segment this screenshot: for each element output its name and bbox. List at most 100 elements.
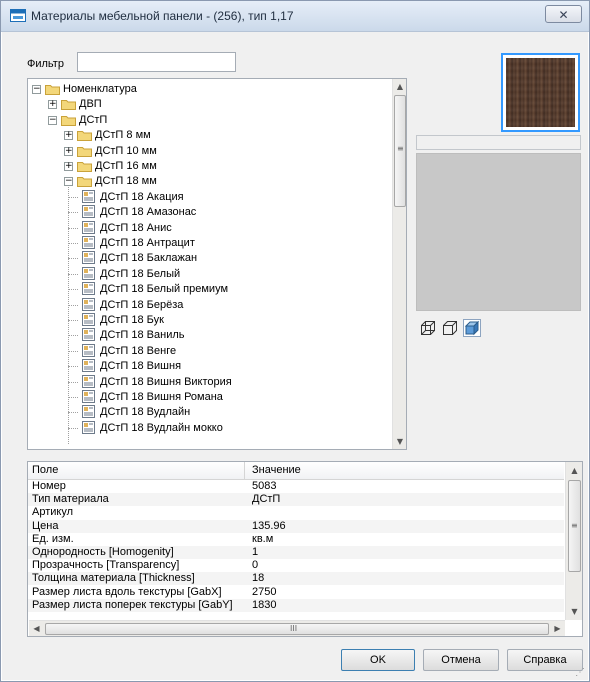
ok-button[interactable]: OK bbox=[341, 649, 415, 671]
tree-connector bbox=[68, 196, 78, 198]
table-row[interactable]: Тип материала ДСтП bbox=[28, 493, 564, 507]
tree-label: ДСтП 18 Акация bbox=[100, 190, 184, 203]
value-cell[interactable]: кв.м bbox=[252, 533, 273, 546]
value-cell[interactable]: 0 bbox=[252, 559, 258, 572]
tree-folder[interactable]: − ДСтП bbox=[28, 112, 392, 128]
tree-vertical-scrollbar[interactable]: ▲ ≡ ▼ bbox=[392, 79, 406, 449]
value-column-header[interactable]: Значение bbox=[252, 464, 301, 476]
expand-icon[interactable]: + bbox=[64, 131, 73, 141]
table-row[interactable]: Ед. изм. кв.м bbox=[28, 533, 564, 546]
tree-item[interactable]: ДСтП 18 Акация bbox=[28, 189, 392, 205]
value-cell[interactable]: 1830 bbox=[252, 599, 276, 612]
filter-input[interactable] bbox=[77, 52, 236, 72]
table-row[interactable]: Размер листа вдоль текстуры [GabX] 2750 bbox=[28, 586, 564, 599]
table-row[interactable]: Однородность [Homogenity] 1 bbox=[28, 546, 564, 559]
properties-grid[interactable]: Поле Значение Номер 5083 Тип материала ДСтП… bbox=[27, 461, 583, 637]
folder-icon bbox=[45, 85, 60, 95]
tree-item[interactable]: ДСтП 18 Вишня Романа bbox=[28, 389, 392, 405]
material-document-icon bbox=[82, 251, 95, 265]
tree-folder[interactable]: + ДСтП 8 мм bbox=[28, 127, 392, 143]
tree-connector bbox=[68, 335, 78, 337]
grid-scroll-left-icon[interactable]: ◀ bbox=[29, 621, 44, 636]
table-row[interactable]: Артикул bbox=[28, 506, 564, 519]
field-column-header[interactable]: Поле bbox=[32, 464, 58, 476]
tree-connector bbox=[68, 187, 69, 444]
texture-swatch[interactable] bbox=[501, 53, 580, 132]
value-cell[interactable]: 5083 bbox=[252, 480, 276, 493]
grid-scroll-thumb[interactable]: ≡ bbox=[568, 480, 581, 572]
material-document-icon bbox=[82, 266, 95, 280]
table-row[interactable]: Номер 5083 bbox=[28, 480, 564, 493]
tree-item[interactable]: ДСтП 18 Вудлайн bbox=[28, 404, 392, 420]
tree-item[interactable]: ДСтП 18 Антрацит bbox=[28, 235, 392, 251]
value-cell[interactable]: 135.96 bbox=[252, 520, 286, 533]
title-bar[interactable]: Материалы мебельной панели - (256), тип … bbox=[1, 1, 589, 32]
grid-scroll-up-icon[interactable]: ▲ bbox=[567, 463, 582, 478]
tree-item[interactable]: ДСтП 18 Баклажан bbox=[28, 250, 392, 266]
tree-item[interactable]: ДСтП 18 Ваниль bbox=[28, 327, 392, 343]
tree-item[interactable]: ДСтП 18 Берёза bbox=[28, 297, 392, 313]
expand-icon[interactable]: + bbox=[64, 146, 73, 156]
collapse-icon[interactable]: − bbox=[48, 115, 57, 125]
table-row[interactable]: Цена 135.96 bbox=[28, 519, 564, 533]
table-row[interactable]: Толщина материала [Thickness] 18 bbox=[28, 572, 564, 586]
resize-grip-icon[interactable]: ⋰ bbox=[575, 667, 585, 678]
tree-item[interactable]: ДСтП 18 Вишня Виктория bbox=[28, 374, 392, 390]
grid-hscroll-thumb[interactable]: III bbox=[45, 623, 549, 635]
tree-label: ДСтП 18 Ваниль bbox=[100, 329, 185, 342]
expand-icon[interactable]: + bbox=[64, 162, 73, 171]
value-cell[interactable]: 1 bbox=[252, 546, 258, 559]
tree-folder[interactable]: + ДВП bbox=[28, 96, 392, 112]
tree-folder[interactable]: − Номенклатура bbox=[28, 81, 392, 97]
tree-item[interactable]: ДСтП 18 Вудлайн мокко bbox=[28, 420, 392, 436]
tree-connector bbox=[68, 412, 78, 414]
tree-connector bbox=[68, 381, 78, 383]
grid-scroll-down-icon[interactable]: ▼ bbox=[567, 604, 582, 619]
view-outline-button[interactable] bbox=[441, 319, 459, 337]
table-row[interactable]: Размер листа поперек текстуры [GabY] 1830 bbox=[28, 598, 564, 612]
tree-item[interactable]: ДСтП 18 Вишня bbox=[28, 358, 392, 374]
material-tree[interactable]: − Номенклатура + ДВП − ДСтП + ДСтП 8 мм + ДСтП 10… bbox=[27, 78, 407, 450]
tree-item[interactable]: ДСтП 18 Бук bbox=[28, 312, 392, 328]
tree-connector bbox=[68, 427, 78, 429]
column-divider[interactable] bbox=[244, 462, 245, 479]
help-button[interactable]: Справка bbox=[507, 649, 583, 671]
collapse-icon[interactable]: − bbox=[32, 85, 41, 94]
tree-connector bbox=[68, 212, 78, 214]
tree-connector bbox=[68, 320, 78, 321]
field-cell: Прозрачность [Transparency] bbox=[32, 559, 180, 572]
tree-label: ДСтП 18 Вишня bbox=[100, 360, 182, 373]
material-preview bbox=[416, 153, 581, 311]
tree-connector bbox=[68, 350, 78, 352]
value-cell[interactable]: 18 bbox=[252, 572, 264, 585]
grid-vertical-scrollbar[interactable]: ▲ ≡ ▼ bbox=[565, 462, 582, 620]
value-cell[interactable]: 2750 bbox=[252, 586, 276, 599]
tree-folder[interactable]: − ДСтП 18 мм bbox=[28, 173, 392, 189]
grid-scroll-right-icon[interactable]: ▶ bbox=[550, 621, 565, 636]
tree-folder[interactable]: + ДСтП 10 мм bbox=[28, 143, 392, 159]
tree-item[interactable]: ДСтП 18 Анис bbox=[28, 220, 392, 236]
close-button[interactable]: ✕ bbox=[545, 5, 582, 23]
tree-scroll-thumb[interactable]: ≡ bbox=[394, 95, 406, 207]
tree-scroll-down-icon[interactable]: ▼ bbox=[393, 434, 406, 449]
field-cell: Номер bbox=[32, 480, 66, 492]
tree-item[interactable]: ДСтП 18 Белый bbox=[28, 266, 392, 282]
view-wireframe-button[interactable] bbox=[419, 319, 437, 337]
material-document-icon bbox=[82, 297, 95, 311]
value-cell[interactable]: ДСтП bbox=[252, 493, 280, 506]
expand-icon[interactable]: + bbox=[48, 100, 57, 110]
cancel-button[interactable]: Отмена bbox=[423, 649, 499, 671]
tree-item[interactable]: ДСтП 18 Венге bbox=[28, 343, 392, 359]
tree-item[interactable]: ДСтП 18 Амазонас bbox=[28, 204, 392, 220]
collapse-icon[interactable]: − bbox=[64, 177, 73, 187]
view-solid-button[interactable] bbox=[463, 319, 481, 337]
filter-label: Фильтр bbox=[27, 58, 64, 70]
field-cell: Цена bbox=[32, 519, 59, 532]
tree-scroll-up-icon[interactable]: ▲ bbox=[393, 79, 406, 94]
tree-folder[interactable]: + ДСтП 16 мм bbox=[28, 158, 392, 174]
material-name-field bbox=[416, 135, 581, 150]
table-row[interactable]: Прозрачность [Transparency] 0 bbox=[28, 559, 564, 572]
grid-horizontal-scrollbar[interactable]: ◀ III ▶ bbox=[29, 620, 565, 636]
material-document-icon bbox=[82, 328, 95, 342]
tree-item[interactable]: ДСтП 18 Белый премиум bbox=[28, 281, 392, 297]
